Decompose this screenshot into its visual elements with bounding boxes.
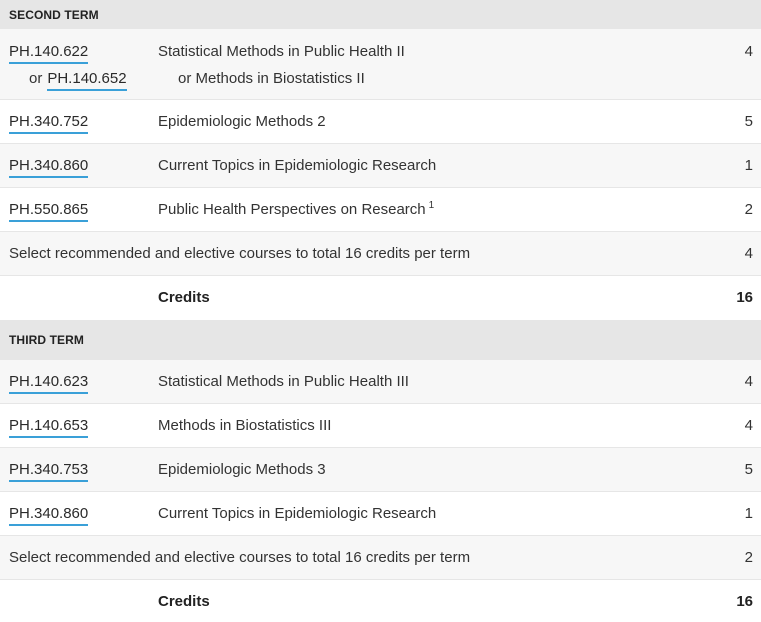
term-header: SECOND TERM — [0, 0, 761, 29]
course-code-link[interactable]: PH.140.653 — [9, 417, 89, 438]
course-code-link[interactable]: PH.340.860 — [9, 157, 89, 178]
course-alt-title: or Methods in Biostatistics II — [178, 70, 365, 87]
select-text: Select recommended and elective courses … — [9, 245, 471, 262]
or-word: or — [29, 70, 43, 87]
credits-label: Credits — [158, 289, 210, 306]
select-row: Select recommended and elective courses … — [0, 536, 761, 580]
term-header: THIRD TERM — [0, 320, 761, 360]
course-hours: 4 — [744, 43, 753, 60]
course-title: Current Topics in Epidemiologic Research — [158, 157, 437, 174]
course-title: Statistical Methods in Public Health III — [158, 373, 409, 390]
course-hours: 1 — [744, 505, 753, 522]
course-code-link[interactable]: PH.340.752 — [9, 113, 89, 134]
course-code-link[interactable]: PH.340.753 — [9, 461, 89, 482]
credits-total: 16 — [736, 593, 753, 610]
course-row: PH.340.860 Current Topics in Epidemiolog… — [0, 144, 761, 188]
course-title: Current Topics in Epidemiologic Research — [158, 505, 437, 522]
course-hours: 1 — [744, 157, 753, 174]
select-hours: 4 — [744, 245, 753, 262]
term-header-label: SECOND TERM — [9, 7, 99, 22]
course-row: PH.140.622 or PH.140.652 Statistical Meth… — [0, 29, 761, 100]
credits-label: Credits — [158, 593, 210, 610]
course-row: PH.140.623 Statistical Methods in Public… — [0, 360, 761, 404]
course-title: Epidemiologic Methods 2 — [158, 113, 326, 130]
footnote-marker: 1 — [428, 200, 435, 211]
credits-total: 16 — [736, 289, 753, 306]
select-row: Select recommended and elective courses … — [0, 232, 761, 276]
course-code-link[interactable]: PH.140.652 — [47, 70, 127, 91]
course-row: PH.550.865 Public Health Perspectives on… — [0, 188, 761, 232]
course-hours: 5 — [744, 461, 753, 478]
select-text: Select recommended and elective courses … — [9, 549, 471, 566]
credits-row: Credits 16 — [0, 580, 761, 622]
course-title: Epidemiologic Methods 3 — [158, 461, 326, 478]
course-row: PH.340.752 Epidemiologic Methods 2 5 — [0, 100, 761, 144]
course-row: PH.340.860 Current Topics in Epidemiolog… — [0, 492, 761, 536]
course-code-link[interactable]: PH.140.623 — [9, 373, 89, 394]
course-code-link[interactable]: PH.340.860 — [9, 505, 89, 526]
course-title: Statistical Methods in Public Health II — [158, 43, 405, 60]
course-row: PH.340.753 Epidemiologic Methods 3 5 — [0, 448, 761, 492]
course-title: Public Health Perspectives on Research — [158, 201, 426, 218]
course-hours: 2 — [744, 201, 753, 218]
select-hours: 2 — [744, 549, 753, 566]
course-row: PH.140.653 Methods in Biostatistics III … — [0, 404, 761, 448]
course-code-link[interactable]: PH.550.865 — [9, 201, 89, 222]
course-code-link[interactable]: PH.140.622 — [9, 43, 89, 64]
credits-row: Credits 16 — [0, 276, 761, 320]
course-hours: 4 — [744, 373, 753, 390]
course-hours: 5 — [744, 113, 753, 130]
term-header-label: THIRD TERM — [9, 333, 84, 347]
course-hours: 4 — [744, 417, 753, 434]
course-title: Methods in Biostatistics III — [158, 417, 332, 434]
